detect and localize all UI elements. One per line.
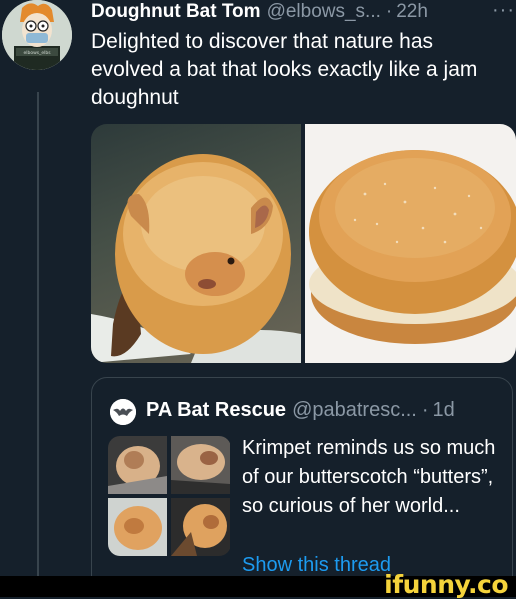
separator: ·: [385, 1, 393, 22]
quoted-author-name[interactable]: PA Bat Rescue: [146, 399, 286, 422]
doughnut-photo[interactable]: [305, 124, 516, 363]
thread-line: [37, 92, 39, 582]
bat-logo-icon: [110, 399, 136, 425]
tweet-text: Delighted to discover that nature has ev…: [91, 30, 478, 109]
avatar-illustration: elbows_elbs: [2, 0, 72, 70]
avatar[interactable]: elbows_elbs: [2, 0, 72, 70]
quoted-author-handle[interactable]: @pabatresc...: [292, 399, 417, 422]
quoted-tweet-text: Krimpet reminds us so much of our butter…: [242, 437, 496, 517]
tweet-media[interactable]: [91, 124, 516, 363]
quoted-photo-1[interactable]: [108, 436, 167, 494]
quoted-media-grid[interactable]: [108, 436, 231, 556]
bat-in-hand-photo-2: [171, 436, 230, 494]
more-options-icon[interactable]: ···: [492, 0, 515, 20]
ifunny-watermark: ifunny.co: [384, 570, 508, 599]
quoted-photo-3[interactable]: [108, 498, 167, 556]
timestamp[interactable]: 22h: [396, 1, 428, 23]
quoted-photo-2[interactable]: [171, 436, 230, 494]
bat-illustration: [91, 154, 301, 363]
quoted-tweet-card[interactable]: PA Bat Rescue @pabatresc... · 1d Krimpet…: [91, 377, 513, 597]
doughnut-illustration: [309, 150, 516, 344]
quoted-avatar[interactable]: [110, 399, 136, 425]
avatar-label: elbows_elbs: [23, 50, 51, 56]
author-handle[interactable]: @elbows_s...: [267, 1, 381, 23]
author-name[interactable]: Doughnut Bat Tom: [91, 1, 261, 23]
quoted-photo-4[interactable]: [171, 498, 230, 556]
fluffy-bat-photo-1: [108, 498, 167, 556]
quoted-timestamp[interactable]: 1d: [433, 399, 455, 422]
quoted-tweet-header: PA Bat Rescue @pabatresc... · 1d: [146, 399, 455, 422]
separator: ·: [421, 399, 429, 421]
show-thread-link[interactable]: Show this thread: [242, 554, 391, 577]
fluffy-bat-photo-2: [171, 498, 230, 556]
tweet-header: Doughnut Bat Tom @elbows_s... · 22h: [91, 0, 428, 24]
bat-in-hand-photo-1: [108, 436, 167, 494]
bat-photo[interactable]: [91, 124, 301, 363]
